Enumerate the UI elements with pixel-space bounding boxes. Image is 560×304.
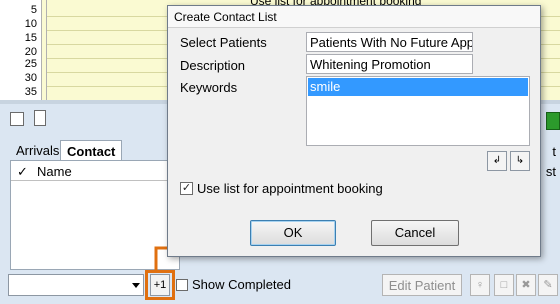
clipboard-icon[interactable] (34, 110, 46, 126)
list-header: ✓ Name (11, 161, 179, 181)
dialog-title: Create Contact List (168, 6, 540, 28)
description-field[interactable]: Whitening Promotion (306, 54, 473, 74)
trash-icon[interactable] (546, 112, 560, 130)
export-keywords-icon[interactable]: ↳ (510, 151, 530, 171)
add-icon[interactable]: □ (494, 274, 514, 296)
list-filter-dropdown[interactable] (8, 274, 144, 296)
check-column-header[interactable]: ✓ (17, 164, 28, 180)
delete-icon[interactable]: ✖ (516, 274, 536, 296)
import-keywords-icon[interactable]: ↲ (487, 151, 507, 171)
contact-icon[interactable]: ♀ (470, 274, 490, 296)
edit-patient-button[interactable]: Edit Patient (382, 274, 462, 296)
create-contact-list-dialog: Create Contact List Select Patients Pati… (167, 5, 541, 257)
edit-icon[interactable]: ✎ (538, 274, 558, 296)
description-label: Description (180, 58, 246, 73)
dropdown-toggle-button[interactable] (10, 112, 24, 126)
add-contact-list-button[interactable]: +1 (150, 274, 170, 296)
time-column: 5 10 15 20 25 30 35 (0, 0, 42, 100)
show-completed-checkbox[interactable] (176, 279, 188, 291)
time-label: 35 (24, 86, 37, 98)
show-completed-label: Show Completed (192, 277, 291, 292)
right-column-header: t (552, 144, 556, 159)
keywords-label: Keywords (180, 80, 238, 95)
tab-contact-lists[interactable]: Contact Lists (60, 140, 123, 174)
use-list-label: Use list for appointment booking (197, 181, 383, 196)
keywords-list[interactable]: smile (306, 76, 530, 146)
time-label: 5 (30, 4, 37, 16)
select-patients-label: Select Patients (180, 35, 267, 50)
use-list-checkbox[interactable]: ✓ (180, 182, 193, 195)
chevron-down-icon (132, 283, 140, 288)
tab-arrivals[interactable]: Arrivals (10, 140, 65, 160)
time-label: 15 (24, 32, 37, 44)
time-label: 10 (24, 18, 37, 30)
keyword-item[interactable]: smile (308, 78, 528, 96)
bottom-toolbar: +1 Show Completed Edit Patient ♀ □ ✖ ✎ (0, 270, 560, 304)
right-column-header: st (545, 164, 556, 179)
cancel-button[interactable]: Cancel (371, 220, 459, 246)
time-label: 20 (24, 46, 37, 58)
name-column-header[interactable]: Name (37, 164, 72, 179)
select-patients-field[interactable]: Patients With No Future Appo (306, 32, 473, 52)
time-label: 30 (24, 72, 37, 84)
time-label: 25 (24, 58, 37, 70)
ok-button[interactable]: OK (250, 220, 336, 246)
